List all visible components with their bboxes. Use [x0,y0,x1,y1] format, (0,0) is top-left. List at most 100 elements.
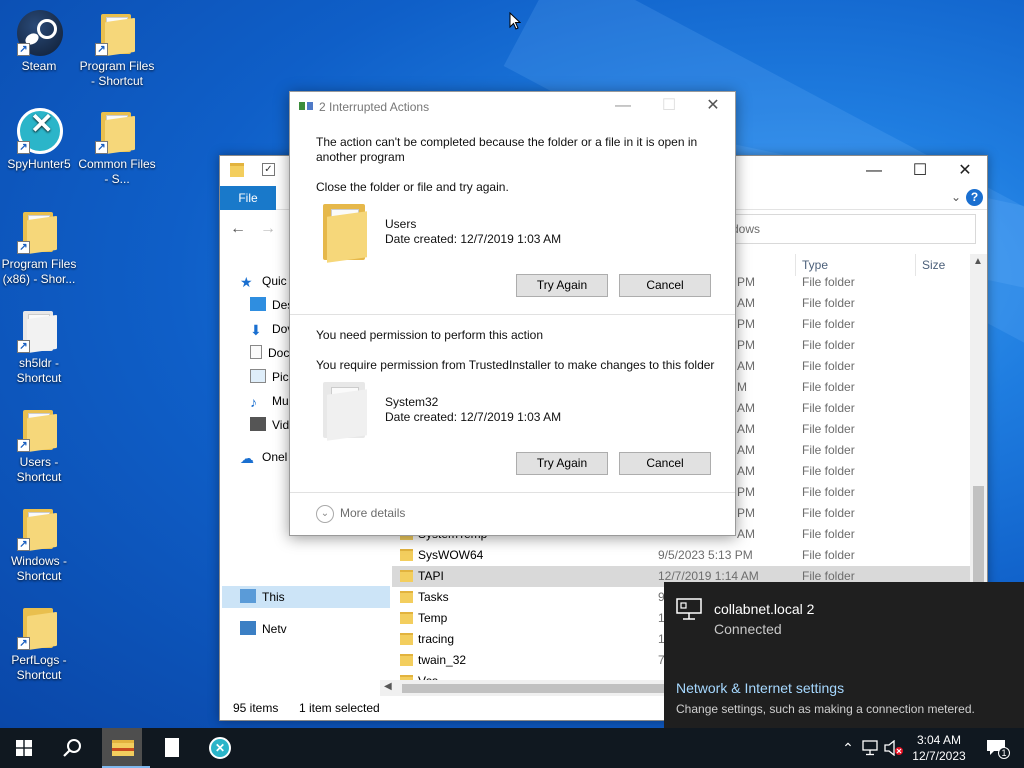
row-type: File folder [802,359,855,373]
search-icon [63,739,81,757]
maximize-button[interactable]: ☐ [897,156,943,186]
taskbar-file-explorer[interactable] [102,728,150,768]
star-icon: ★ [240,274,253,290]
desktop-icon-label: Steam [21,59,57,73]
taskbar-notepad[interactable] [148,728,196,768]
back-arrow-icon[interactable]: ← [230,220,246,238]
table-row[interactable]: SysWOW64 9/5/2023 5:13 PM File folder [392,545,970,566]
minimize-button[interactable]: — [851,156,897,186]
nav-item-network[interactable]: Netv [240,618,287,640]
nav-item-onedrive[interactable]: ☁ Onel [240,446,287,468]
chevron-down-icon[interactable]: ⌄ [951,190,961,204]
try-again-button[interactable]: Try Again [516,274,608,297]
row-date: PM [737,317,755,331]
row-name: twain_32 [418,653,467,667]
desktop-icon-sh5ldr[interactable]: ↗ sh5ldr - Shortcut [0,305,78,386]
row-name: tracing [418,632,455,646]
try-again-button[interactable]: Try Again [516,452,608,475]
error-message-line1: The action can't be completed because th… [316,135,698,149]
clock-time: 3:04 AM [916,733,962,747]
start-button[interactable] [0,728,48,768]
maximize-button: ☐ [661,97,677,114]
nav-item-label: Doc [268,346,290,360]
nav-item-quick-access[interactable]: ★ Quic [240,270,287,292]
nav-item-music[interactable]: ♪ Mu [250,390,289,412]
error-instruction: Close the folder or file and try again. [316,180,509,194]
row-date: AM [737,296,755,310]
desktop-icon-label: Users - Shortcut [16,455,62,484]
desktop-icon-spyhunter[interactable]: ✕ ↗ SpyHunter5 [0,106,78,172]
network-settings-link[interactable]: Network & Internet settings [676,680,844,696]
nav-item-label: Pic [272,370,289,384]
taskbar-clock[interactable]: 3:04 AM 12/7/2023 [904,732,974,764]
desktop-icon [250,297,266,311]
taskbar-spyhunter[interactable]: ✕ [196,728,244,768]
shortcut-arrow-icon: ↗ [95,141,108,154]
checkbox-icon[interactable]: ✓ [262,163,275,176]
scroll-up-icon[interactable]: ▲ [973,256,983,267]
shortcut-arrow-icon: ↗ [17,43,30,56]
video-icon [250,417,266,431]
desktop-icon-steam[interactable]: ↗ Steam [0,8,78,74]
nav-item-label: Mu [272,394,289,408]
folder-icon [400,654,413,666]
network-name[interactable]: collabnet.local 2 [714,601,814,617]
file-tab[interactable]: File [220,186,276,210]
desktop-icon-common-files[interactable]: ↗ Common Files - S... [78,106,156,187]
desktop-icon-program-files[interactable]: ↗ Program Files - Shortcut [78,8,156,89]
nav-item-pictures[interactable]: Pic [250,366,289,388]
desktop-icon-label: PerfLogs - Shortcut [11,653,67,682]
cloud-icon: ☁ [240,450,254,466]
row-date: PM [737,506,755,520]
nav-item-this-pc[interactable]: This [240,586,285,608]
download-icon: ⬇ [250,322,262,338]
search-button[interactable] [48,728,96,768]
scrollbar-thumb[interactable] [402,684,672,693]
shortcut-arrow-icon: ↗ [17,241,30,254]
nav-item-documents[interactable]: Doc [250,342,289,364]
desktop-icon-label: sh5ldr - Shortcut [16,356,62,385]
volume-muted-icon[interactable] [884,740,904,756]
cancel-button[interactable]: Cancel [619,452,711,475]
nav-item-label: Onel [262,450,288,464]
row-type: File folder [802,380,855,394]
search-input[interactable]: dows [725,214,976,244]
error-message-line2: another program [316,150,405,164]
desktop-icon-perflogs[interactable]: ↗ PerfLogs - Shortcut [0,602,78,683]
help-icon[interactable]: ? [966,189,983,206]
row-type: File folder [802,443,855,457]
notification-count-badge: 1 [998,747,1010,759]
minimize-button[interactable]: — [600,92,646,122]
taskbar: ✕ ⌃ 3:04 AM 12/7/2023 1 [0,728,1024,768]
close-button[interactable]: ✕ [690,92,736,122]
row-date: AM [737,464,755,478]
row-type: File folder [802,317,855,331]
chevron-down-icon: ⌄ [316,504,334,523]
status-item-count: 95 items [233,701,279,715]
show-hidden-icons[interactable]: ⌃ [838,728,858,768]
desktop-icon-users[interactable]: ↗ Users - Shortcut [0,404,78,485]
cancel-button[interactable]: Cancel [619,274,711,297]
folder-band-icon [112,748,134,751]
windows-logo-icon [16,740,32,756]
network-flyout: collabnet.local 2 Connected Network & In… [664,582,1024,728]
forward-arrow-icon[interactable]: → [260,220,276,238]
more-details-toggle[interactable]: ⌄ More details [316,504,405,523]
row-type: File folder [802,506,855,520]
network-tray-icon[interactable] [862,740,880,756]
row-date: AM [737,443,755,457]
close-button[interactable]: ✕ [942,156,988,186]
desktop-icon-windows[interactable]: ↗ Windows - Shortcut [0,503,78,584]
nav-item-desktop[interactable]: Des [250,294,293,316]
notification-center-button[interactable]: 1 [980,728,1020,768]
spyhunter-icon: ✕ [209,737,231,759]
shortcut-arrow-icon: ↗ [95,43,108,56]
folder-icon [400,570,413,582]
nav-item-label: Netv [262,622,287,636]
item-date: Date created: 12/7/2019 1:03 AM [385,232,562,246]
desktop-icon-program-files-x86[interactable]: ↗ Program Files (x86) - Shor... [0,206,78,287]
nav-item-videos[interactable]: Vid [250,414,289,436]
nav-item-label: This [262,590,285,604]
scroll-left-icon[interactable]: ◀ [384,681,392,692]
nav-item-downloads[interactable]: ⬇ Dov [250,318,293,340]
